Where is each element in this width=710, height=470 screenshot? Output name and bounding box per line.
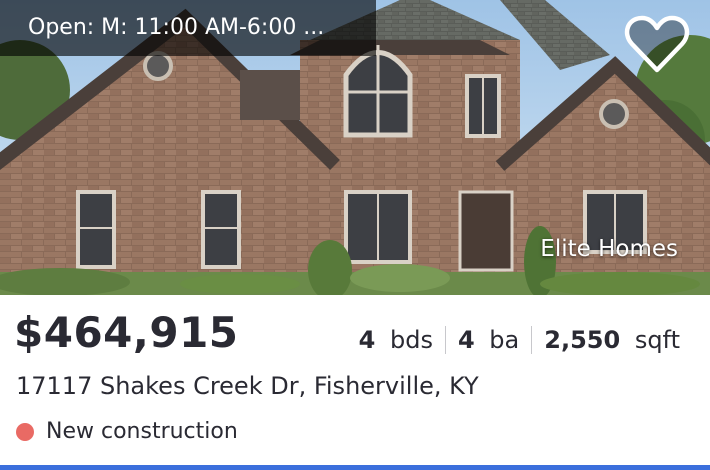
listing-status: New construction — [16, 419, 238, 444]
listing-card[interactable]: Open: M: 11:00 AM-6:00 ... Elite Homes $… — [0, 0, 710, 470]
status-label: New construction — [46, 419, 238, 444]
sqft-unit: sqft — [634, 326, 680, 354]
sqft-fact: 2,550 sqft — [544, 326, 680, 354]
status-dot-icon — [16, 422, 34, 441]
baths-unit: ba — [489, 326, 520, 354]
heart-outline-icon — [624, 15, 690, 73]
home-facts: 4 bds 4 ba 2,550 sqft — [359, 326, 680, 354]
baths-value: 4 — [457, 326, 475, 354]
open-house-badge: Open: M: 11:00 AM-6:00 ... — [0, 0, 376, 56]
beds-fact: 4 bds — [359, 326, 433, 354]
beds-value: 4 — [358, 326, 376, 354]
baths-fact: 4 ba — [458, 326, 519, 354]
card-accent-bar — [0, 465, 710, 470]
favorite-button[interactable] — [624, 14, 690, 76]
fact-divider — [531, 326, 533, 354]
fact-divider — [444, 326, 446, 354]
sqft-value: 2,550 — [544, 326, 621, 354]
listing-price: $464,915 — [14, 308, 239, 357]
listing-photo[interactable]: Open: M: 11:00 AM-6:00 ... Elite Homes — [0, 0, 710, 295]
brokerage-name: Elite Homes — [540, 236, 678, 262]
beds-unit: bds — [389, 326, 433, 354]
listing-address[interactable]: 17117 Shakes Creek Dr, Fisherville, KY — [16, 372, 479, 400]
